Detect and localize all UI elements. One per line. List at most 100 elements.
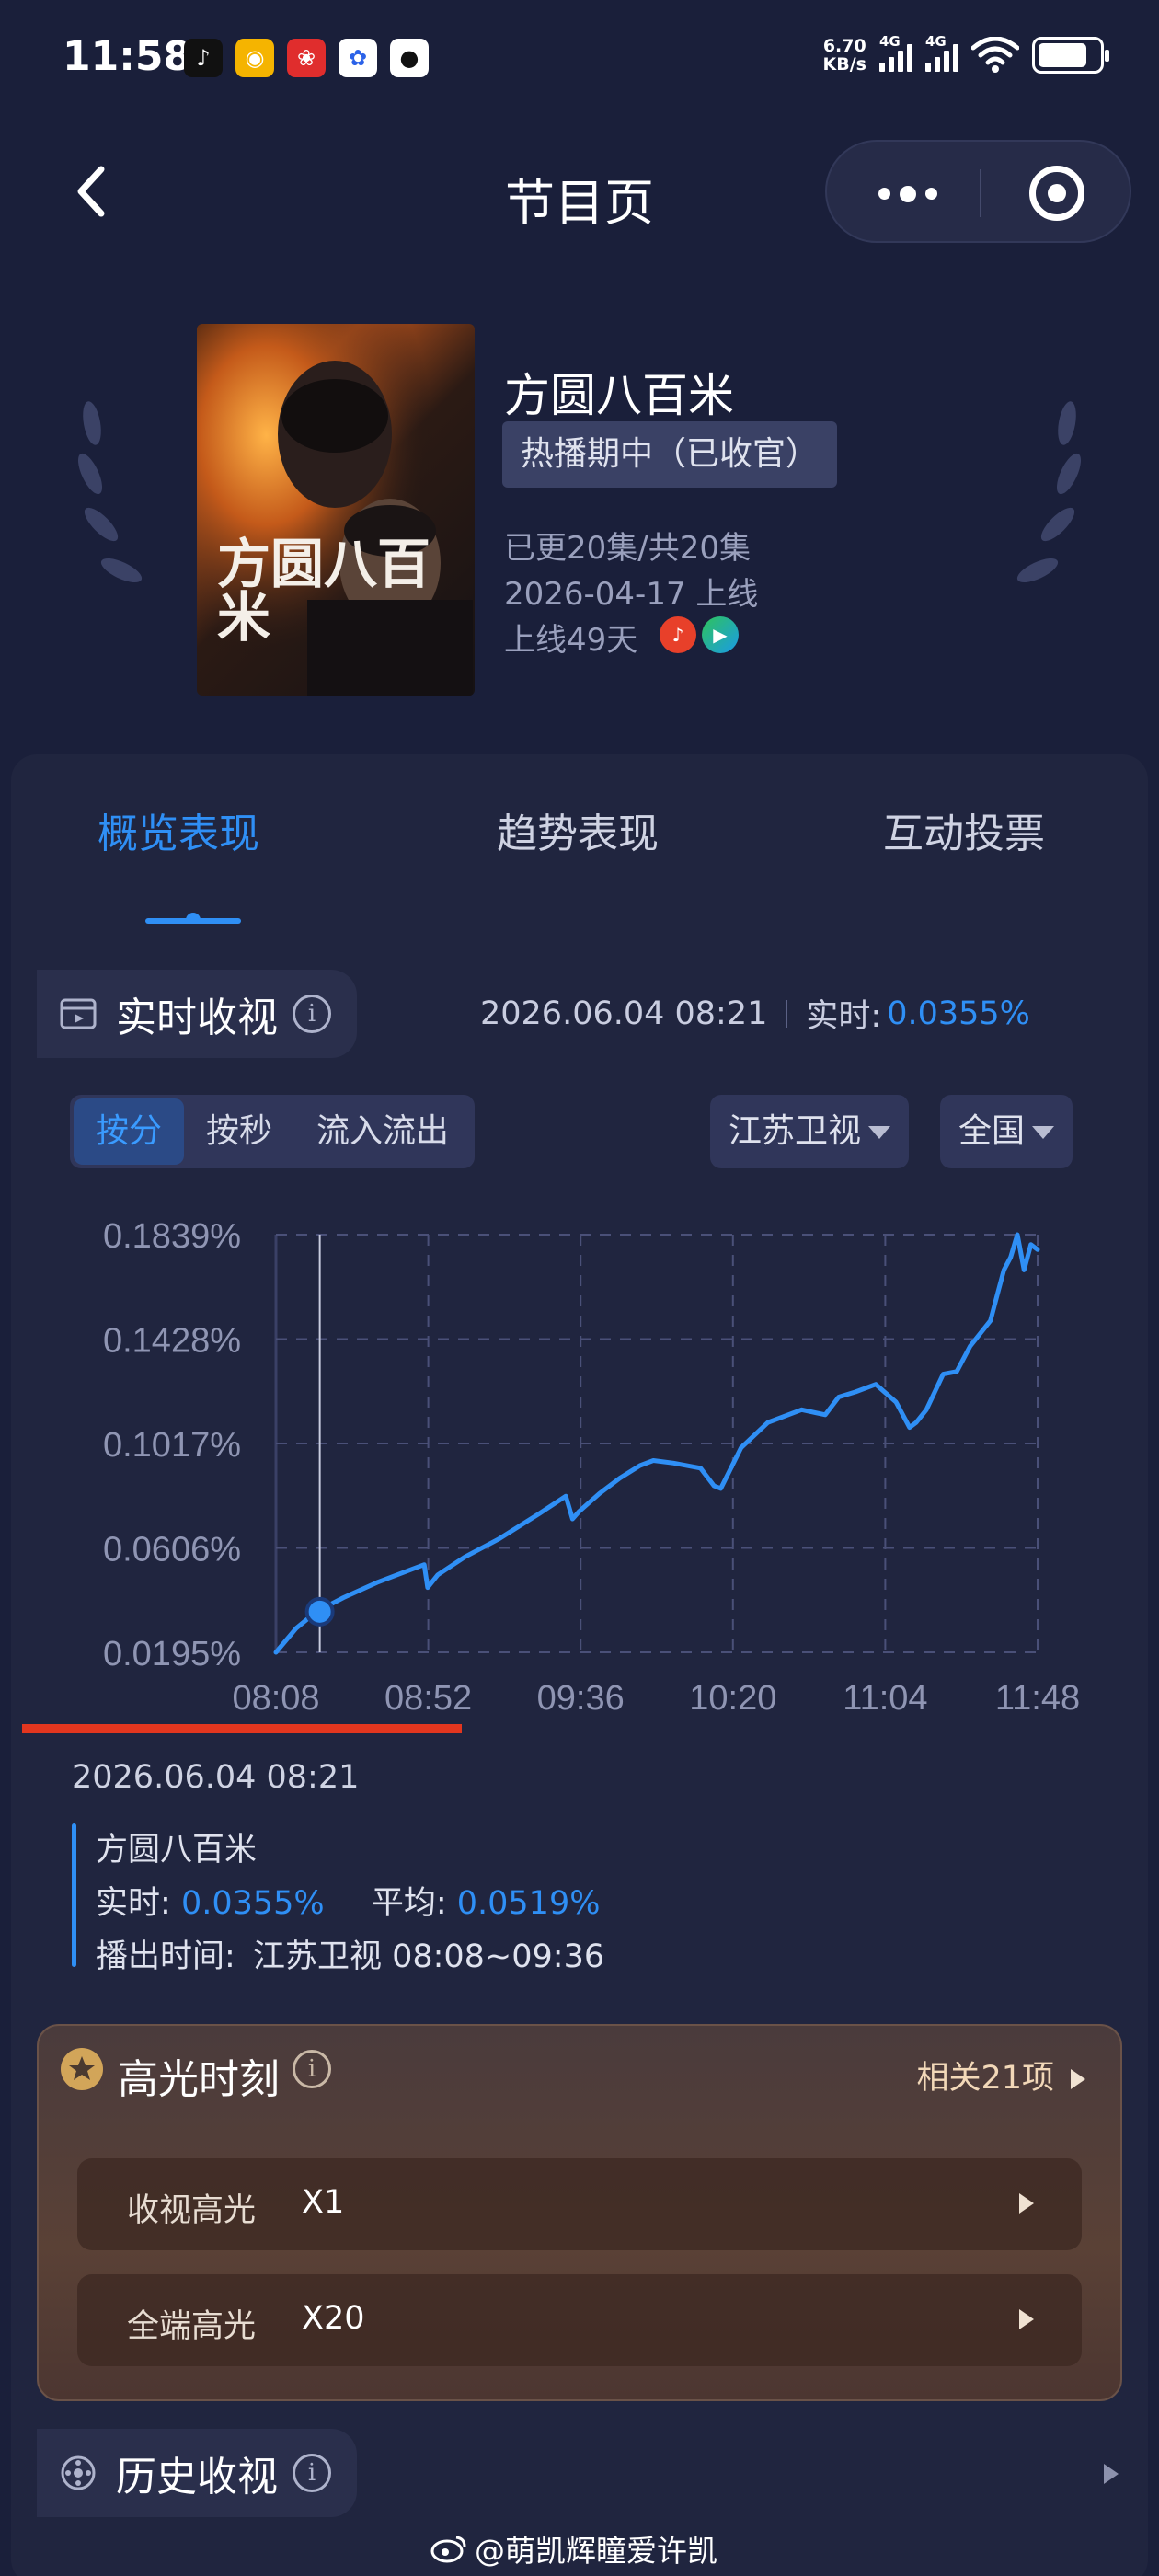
show-name: 方圆八百米 xyxy=(504,369,734,422)
sim1-label: 4G xyxy=(879,33,901,50)
tooltip-date: 2026.06.04 08:21 xyxy=(72,1759,360,1796)
status-time: 11:58 xyxy=(63,33,192,80)
net-speed: 6.70 KB/s xyxy=(823,37,866,74)
tab-trend[interactable]: 趋势表现 xyxy=(497,800,659,859)
highlight-row-rating[interactable]: 收视高光 X1 xyxy=(77,2158,1082,2250)
play-arrow-icon xyxy=(1071,2069,1085,2089)
highlight-row-label: 收视高光 xyxy=(127,2192,257,2229)
close-mini-program-icon[interactable] xyxy=(1029,166,1084,221)
release-date: 2026-04-17 上线 xyxy=(504,576,759,613)
more-options-icon[interactable] xyxy=(878,186,937,202)
x-tick-label: 08:08 xyxy=(232,1679,319,1718)
highlights-info: i xyxy=(293,2050,331,2088)
tooltip-show-name: 方圆八百米 xyxy=(96,1832,258,1869)
baidu-icon: ✿ xyxy=(339,39,377,77)
segment-by-second[interactable]: 按秒 xyxy=(184,1098,294,1165)
realtime-label: 实时: xyxy=(806,998,882,1035)
platform-icons: ♪ ▶ xyxy=(660,616,739,653)
y-tick-label: 0.1839% xyxy=(103,1217,241,1256)
weibo-logo-icon xyxy=(430,2536,466,2563)
tab-indicator xyxy=(145,913,241,924)
pinduoduo-icon: ❀ xyxy=(287,39,326,77)
realtime-rating-chart[interactable]: 0.1839% 0.1428% 0.1017% 0.0606% 0.0195% 08:08… xyxy=(0,1196,1159,1748)
play-arrow-icon[interactable] xyxy=(1104,2464,1119,2484)
header-divider xyxy=(786,999,788,1028)
status-bar: 11:58 ♪ ◉ ❀ ✿ ● 6.70 KB/s 4G 4G xyxy=(0,0,1159,120)
selected-point-marker xyxy=(304,1596,335,1627)
highlight-row-value: X1 xyxy=(302,2184,345,2221)
region-dropdown[interactable]: 全国 xyxy=(940,1095,1073,1168)
tooltip-rating-line: 实时: 0.0355% 平均: 0.0519% xyxy=(96,1877,600,1924)
star-badge-icon xyxy=(61,2048,103,2090)
realtime-section-tag: 实时收视 i xyxy=(37,970,357,1058)
platform-play-icon: ▶ xyxy=(702,616,739,653)
tooltip-airtime-line: 播出时间: 江苏卫视 08:08~09:36 xyxy=(96,1930,604,1977)
x-tick-label: 10:20 xyxy=(689,1679,776,1718)
region-dropdown-label: 全国 xyxy=(958,1112,1026,1150)
tooltip-average-label: 平均: xyxy=(371,1885,447,1922)
play-arrow-icon xyxy=(1019,2309,1034,2329)
episode-count: 已更20集/共20集 xyxy=(504,530,751,567)
tab-vote[interactable]: 互动投票 xyxy=(883,800,1045,859)
info-icon[interactable]: i xyxy=(293,2454,331,2492)
x-tick-label: 11:04 xyxy=(843,1679,927,1718)
tab-bar: 概览表现 趋势表现 互动投票 xyxy=(11,800,1148,883)
broadcast-status-badge: 热播期中（已收官） xyxy=(502,421,838,488)
y-tick-label: 0.0606% xyxy=(103,1531,241,1570)
granularity-segmented-control: 按分 按秒 流入流出 xyxy=(70,1095,476,1168)
poster-title: 方圆八百米 xyxy=(217,533,431,649)
chevron-down-icon xyxy=(1032,1126,1055,1139)
channel-dropdown[interactable]: 江苏卫视 xyxy=(710,1095,910,1168)
weibo-icon: ◉ xyxy=(235,39,274,77)
tab-overview[interactable]: 概览表现 xyxy=(98,800,259,859)
tooltip-airtime-value: 江苏卫视 08:08~09:36 xyxy=(252,1938,605,1975)
tooltip-bar xyxy=(72,1823,76,1967)
history-title: 历史收视 xyxy=(116,2454,278,2501)
status-indicators: 6.70 KB/s 4G 4G xyxy=(823,33,1109,74)
net-speed-unit: KB/s xyxy=(822,54,866,75)
channel-dropdown-label: 江苏卫视 xyxy=(729,1112,862,1150)
mini-program-capsule xyxy=(825,140,1131,243)
realtime-title: 实时收视 xyxy=(116,995,278,1041)
notification-icons: ♪ ◉ ❀ ✿ ● xyxy=(184,39,429,77)
segment-by-minute[interactable]: 按分 xyxy=(74,1098,185,1165)
realtime-header: 2026.06.04 08:21 实时: 0.0355% xyxy=(480,990,1030,1037)
chevron-down-icon xyxy=(868,1126,891,1139)
y-tick-label: 0.0195% xyxy=(103,1635,241,1673)
wifi-icon xyxy=(971,37,1019,73)
show-poster[interactable]: 方圆八百米 xyxy=(197,324,475,696)
days-online: 上线49天 xyxy=(504,622,638,659)
x-tick-label: 08:52 xyxy=(384,1679,472,1718)
y-tick-label: 0.1428% xyxy=(103,1322,241,1361)
signal-icon: 4G xyxy=(879,33,912,72)
x-tick-label: 09:36 xyxy=(537,1679,625,1718)
realtime-value: 0.0355% xyxy=(887,995,1030,1032)
play-arrow-icon xyxy=(1019,2193,1034,2214)
series-line xyxy=(273,1232,1040,1655)
highlight-row-label: 全端高光 xyxy=(127,2308,257,2345)
highlights-title: 高光时刻 xyxy=(118,2056,280,2103)
realtime-timestamp: 2026.06.04 08:21 xyxy=(480,995,768,1032)
highlight-row-value: X20 xyxy=(302,2300,365,2337)
video-icon xyxy=(60,998,97,1029)
sim2-label: 4G xyxy=(925,33,947,50)
highlights-header: 高光时刻 i 相关21项 xyxy=(37,2024,1122,2116)
info-icon[interactable]: i xyxy=(293,2050,331,2088)
history-section-tag[interactable]: 历史收视 i xyxy=(37,2429,357,2517)
highlight-row-all-platforms[interactable]: 全端高光 X20 xyxy=(77,2274,1082,2366)
tooltip-airtime-label: 播出时间: xyxy=(96,1938,235,1975)
segment-inflow-outflow[interactable]: 流入流出 xyxy=(294,1098,471,1165)
net-speed-value: 6.70 xyxy=(822,36,866,56)
highlights-related-link[interactable]: 相关21项 xyxy=(916,2052,1085,2099)
laurel-right-icon xyxy=(1016,401,1082,583)
red-underline-annotation xyxy=(22,1724,462,1733)
y-tick-label: 0.1017% xyxy=(103,1426,241,1465)
qq-icon: ● xyxy=(390,39,429,77)
watermark-text: @萌凯辉瞳爱许凯 xyxy=(475,2533,717,2569)
battery-icon xyxy=(1032,37,1109,74)
tooltip-realtime-label: 实时: xyxy=(96,1885,171,1922)
info-icon[interactable]: i xyxy=(293,995,331,1033)
tiktok-icon: ♪ xyxy=(184,39,223,77)
tooltip-average-value: 0.0519% xyxy=(456,1885,601,1922)
laurel-left-icon xyxy=(77,401,143,583)
